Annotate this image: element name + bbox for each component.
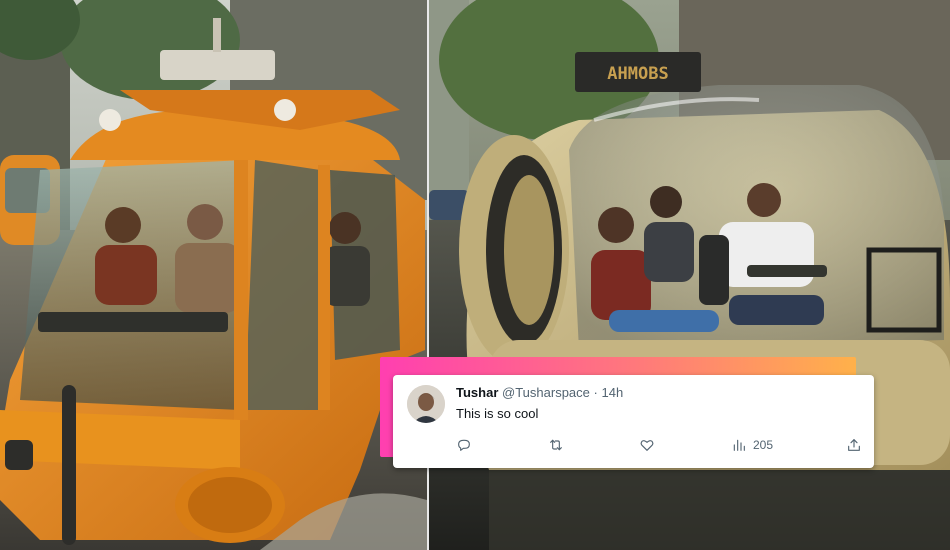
retweet-button[interactable] [548, 436, 564, 454]
tweet-timestamp[interactable]: 14h [601, 385, 623, 400]
left-photo-illustration [0, 0, 427, 550]
like-icon [640, 440, 654, 451]
tweet-actions: 205 [456, 436, 862, 454]
views-button[interactable]: 205 [731, 436, 773, 454]
reply-button[interactable] [456, 436, 472, 454]
views-count: 205 [753, 438, 774, 452]
share-icon [848, 439, 860, 451]
tweet-header: Tushar @Tusharspace · 14h [456, 385, 623, 401]
views-icon [733, 439, 745, 451]
user-handle[interactable]: @Tusharspace [502, 385, 590, 400]
like-button[interactable] [639, 436, 655, 454]
share-button[interactable] [846, 436, 862, 454]
retweet-icon [550, 439, 562, 451]
tweet-card[interactable]: Tushar @Tusharspace · 14h This is so coo… [393, 375, 874, 468]
tweet-text: This is so cool [456, 406, 539, 421]
left-photo [0, 0, 427, 550]
display-name[interactable]: Tushar [456, 385, 498, 400]
vehicle-sign: AHMOBS [607, 64, 668, 84]
reply-icon [458, 439, 470, 451]
header-separator: · [593, 385, 598, 400]
avatar[interactable] [407, 385, 445, 423]
